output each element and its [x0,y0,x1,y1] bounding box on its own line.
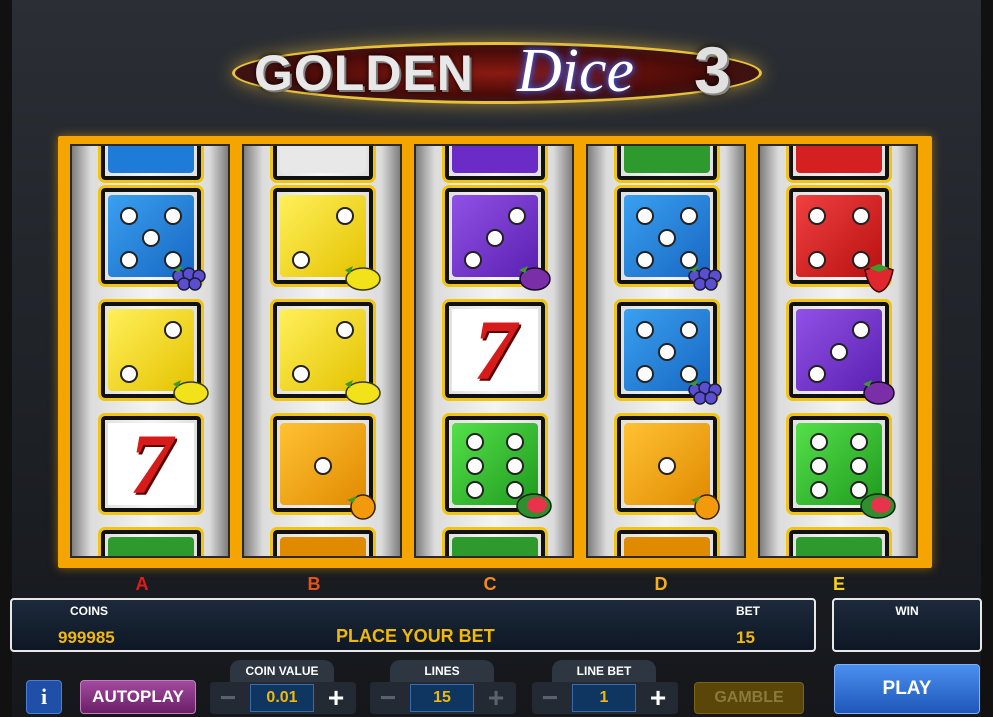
play-button[interactable]: PLAY [834,664,980,714]
green-die-six-icon [786,413,896,519]
coin-value-plus-button[interactable]: + [320,682,352,714]
reel-d [586,144,746,558]
coins-value: 999985 [58,628,115,647]
lemon-icon [173,380,209,405]
win-box: WIN [832,598,982,652]
autoplay-button[interactable]: AUTOPLAY [80,680,196,714]
orange-die-one-icon [614,413,720,520]
coin-value-label: COIN VALUE [230,660,334,682]
red-die-four-icon [786,185,894,293]
coin-value-minus-button[interactable]: − [212,682,244,714]
grapes-icon [688,380,722,405]
strawberry-icon [864,264,894,293]
coin-value-display: 0.01 [250,684,314,712]
yellow-die-two-icon [270,299,381,405]
coins-label: COINS [70,604,109,618]
seven-icon: 7 [442,299,548,401]
info-button[interactable]: i [26,680,62,714]
logo-dice: Dice [517,37,635,105]
symbol-partial [786,146,892,183]
info-bar: COINS 999985 PLACE YOUR BET BET 15 [10,598,816,652]
grapes-icon [688,266,722,291]
yellow-die-two-icon [270,185,381,291]
seven-icon: 7 [98,413,204,515]
orange-icon [691,494,720,520]
symbol-partial [442,527,548,556]
reel-letter-b: B [307,574,321,594]
status-message: PLACE YOUR BET [336,626,495,646]
symbol-partial [442,146,548,183]
symbol-partial [98,527,204,556]
blue-die-four-icon [98,185,206,291]
green-die-six-icon [442,413,552,519]
symbol-partial [270,527,376,556]
yellow-die-two-icon [98,299,209,405]
win-label: WIN [895,604,919,618]
symbol-partial [786,527,892,556]
reel-letter-c: C [483,574,497,594]
line-bet-display: 1 [572,684,636,712]
reel-b [242,144,402,558]
lines-plus-button[interactable]: + [480,682,512,714]
line-bet-minus-button[interactable]: − [534,682,566,714]
blue-die-five-icon [614,299,722,405]
line-bet-plus-button[interactable]: + [642,682,674,714]
gamble-button[interactable]: GAMBLE [694,682,804,714]
symbol-partial [614,527,720,556]
lines-minus-button[interactable]: − [372,682,404,714]
watermelon-icon [860,493,896,519]
reel-c: 7 [414,144,574,558]
symbol-partial [98,146,204,183]
plum-icon [519,266,551,291]
seven-glyph: 7 [108,416,194,512]
blue-die-five-icon [614,185,722,291]
purple-die-three-icon [786,299,895,405]
game-logo: GOLDEN Dice 3 [232,33,762,107]
purple-die-three-icon [442,185,551,291]
orange-icon [347,494,376,520]
bet-value: 15 [736,628,755,647]
reel-letter-e: E [832,574,845,594]
grapes-icon [172,266,206,291]
reel-letter-a: A [135,574,149,594]
lines-display: 15 [410,684,474,712]
line-bet-label: LINE BET [552,660,656,682]
symbol-partial [614,146,720,183]
reel-a: 7 [70,144,230,558]
plum-icon [863,380,895,405]
seven-glyph: 7 [452,302,538,398]
watermelon-icon [516,493,552,519]
reel-e [758,144,918,558]
logo-number: 3 [694,33,731,107]
right-cabinet-edge [981,0,993,717]
lines-label: LINES [390,660,494,682]
lemon-icon [345,380,381,405]
logo-golden: GOLDEN [254,45,474,101]
orange-die-one-icon [270,413,376,520]
symbol-partial [270,146,376,183]
lemon-icon [345,266,381,291]
reel-letter-d: D [654,574,668,594]
bet-label: BET [736,604,760,618]
